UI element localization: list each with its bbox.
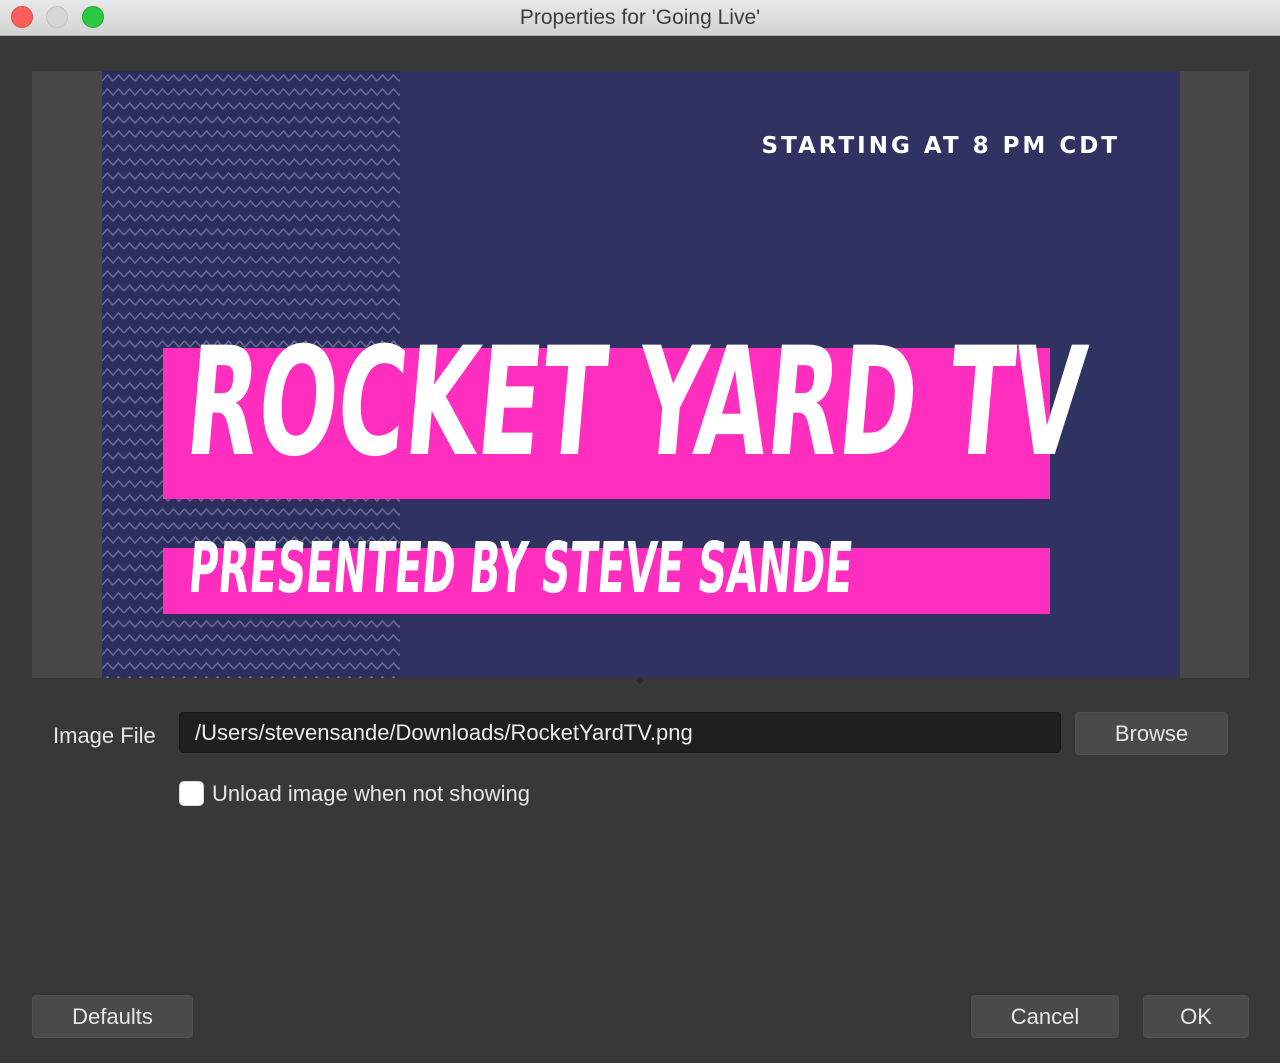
preview-resize-grip[interactable]: ◆ bbox=[634, 676, 646, 686]
image-file-input[interactable] bbox=[179, 712, 1061, 753]
ok-button[interactable]: OK bbox=[1143, 995, 1249, 1038]
unload-image-label[interactable]: Unload image when not showing bbox=[212, 778, 530, 810]
image-file-label: Image File bbox=[53, 723, 156, 748]
cancel-button[interactable]: Cancel bbox=[971, 995, 1119, 1038]
browse-button[interactable]: Browse bbox=[1075, 712, 1228, 755]
start-time-text: STARTING AT 8 PM CDT bbox=[761, 133, 1120, 159]
preview-slide: STARTING AT 8 PM CDT ROCKET YARD TV PRES… bbox=[102, 71, 1180, 678]
window-title: Properties for 'Going Live' bbox=[519, 6, 761, 29]
image-preview: STARTING AT 8 PM CDT ROCKET YARD TV PRES… bbox=[32, 71, 1249, 678]
defaults-button[interactable]: Defaults bbox=[32, 995, 193, 1038]
headline-text: ROCKET YARD TV bbox=[179, 316, 1093, 490]
title-bar: Properties for 'Going Live' bbox=[0, 0, 1280, 36]
unload-image-checkbox[interactable] bbox=[179, 781, 204, 806]
subline-text: PRESENTED BY STEVE SANDE bbox=[185, 527, 856, 609]
properties-window: Properties for 'Going Live' STARTING AT … bbox=[0, 0, 1280, 1063]
